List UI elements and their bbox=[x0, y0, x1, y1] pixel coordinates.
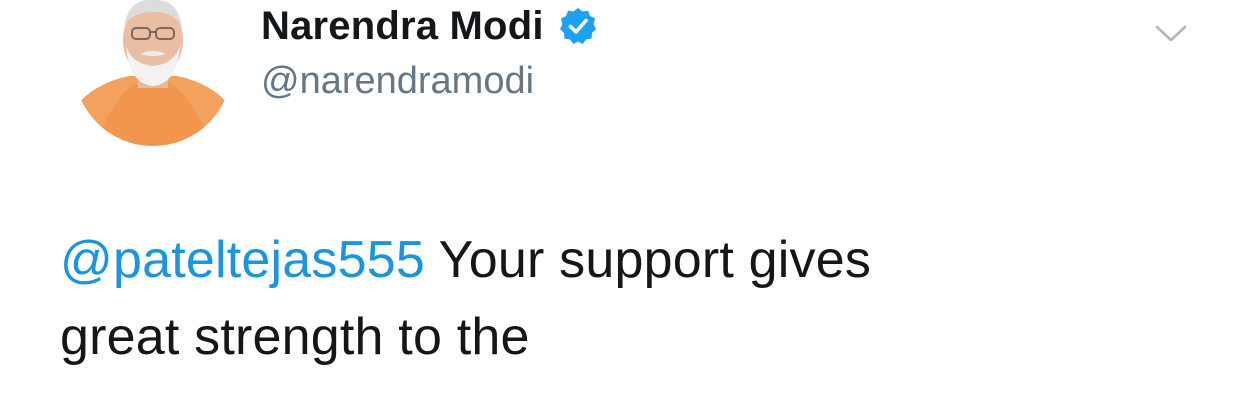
tweet-text-line1: Your support gives bbox=[424, 231, 872, 289]
chevron-down-icon[interactable] bbox=[1152, 14, 1190, 52]
profile-photo bbox=[74, 0, 232, 146]
verified-badge-icon bbox=[558, 6, 598, 46]
author-name-row: Narendra Modi bbox=[261, 2, 598, 50]
tweet-card: Narendra Modi @narendramodi @pateltejas5… bbox=[0, 0, 1241, 413]
tweet-text: @pateltejas555 Your support gives great … bbox=[60, 222, 1180, 376]
tweet-text-line2: great strength to the bbox=[60, 308, 530, 366]
author-display-name[interactable]: Narendra Modi bbox=[261, 4, 544, 49]
mention-link[interactable]: @pateltejas555 bbox=[60, 231, 425, 289]
author-handle[interactable]: @narendramodi bbox=[261, 60, 534, 103]
avatar[interactable] bbox=[74, 0, 232, 146]
